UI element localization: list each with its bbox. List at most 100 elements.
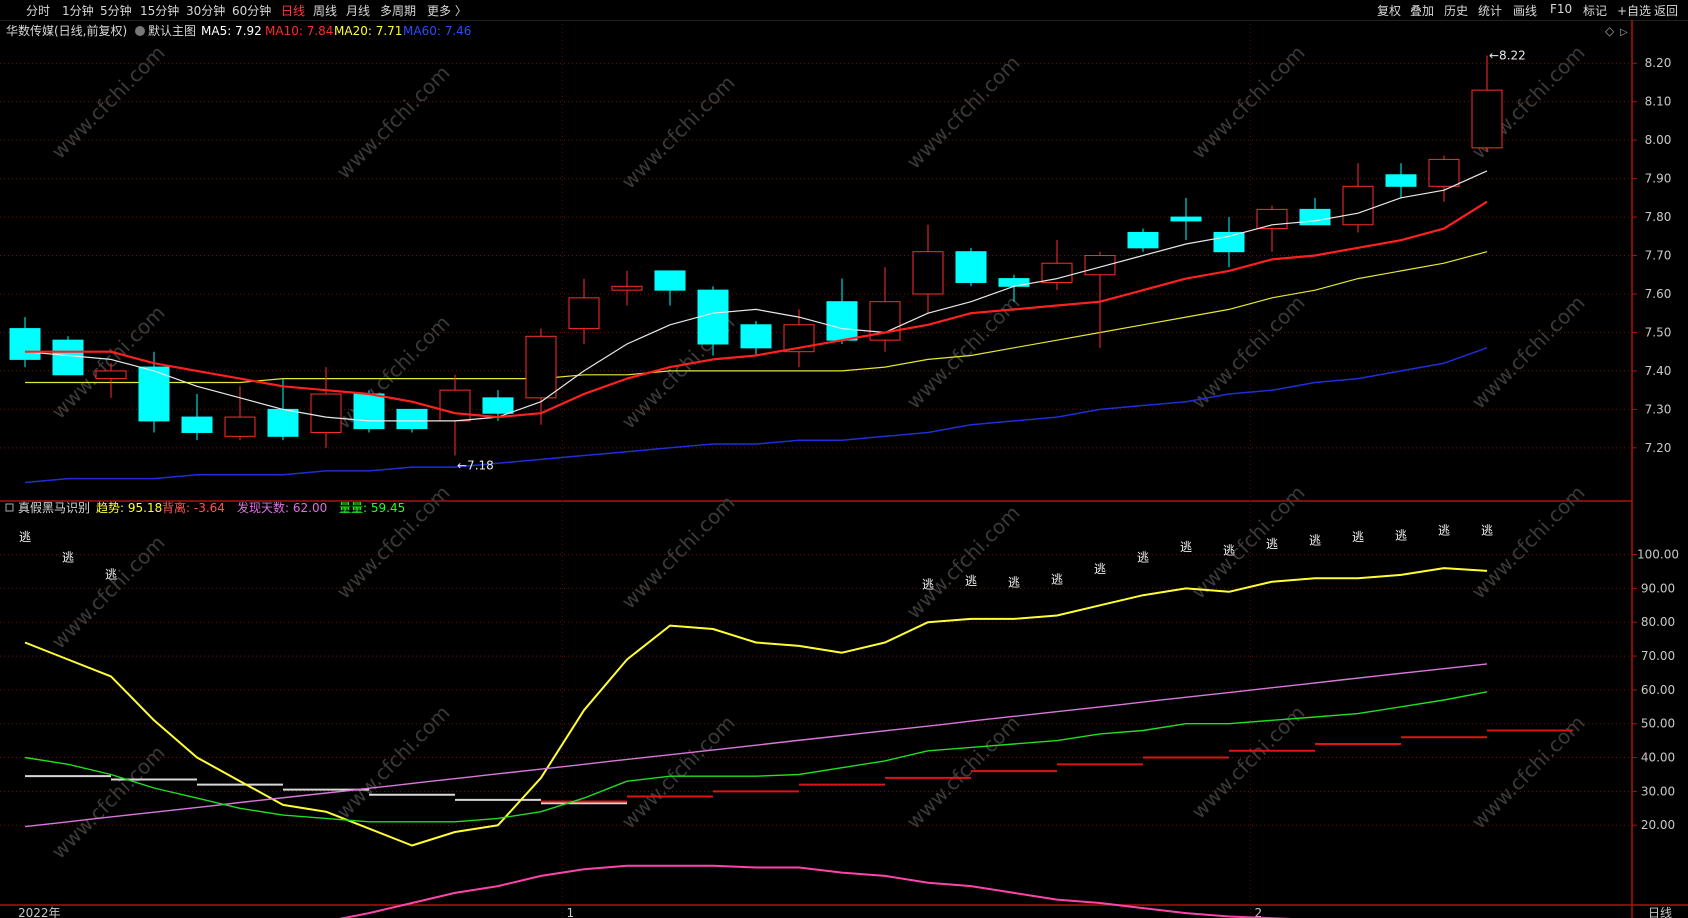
watermark-text-1: www.cfchi.com [332, 61, 455, 184]
candle-body-5 [224, 416, 256, 437]
escape-marker-8: 逃 [1137, 550, 1149, 564]
sub-tick-label-8: 100.00 [1637, 548, 1679, 562]
watermark-text-10: www.cfchi.com [1187, 291, 1310, 414]
escape-marker-15: 逃 [1438, 523, 1450, 537]
price-tick-label-3: 7.50 [1645, 325, 1672, 339]
gear-icon [135, 26, 145, 36]
price-annotation-1: ←8.22 [1489, 49, 1526, 63]
kline-chart-canvas: www.cfchi.com www.cfchi.com www.cfchi.com w… [0, 20, 1688, 918]
escape-marker-6: 逃 [1051, 572, 1063, 586]
escape-marker-14: 逃 [1395, 528, 1407, 542]
candle-body-23 [998, 278, 1030, 287]
candle-body-34 [1471, 89, 1503, 149]
watermark-text-14: www.cfchi.com [617, 491, 740, 614]
escape-marker-1: 逃 [62, 550, 74, 564]
escape-marker-5: 逃 [1008, 576, 1020, 590]
candle-body-12 [525, 335, 557, 399]
watermark-text-13: www.cfchi.com [332, 481, 455, 604]
candle-body-11 [482, 397, 514, 414]
indicator-title: 真假黑马识别 [18, 501, 90, 515]
sub-tick-label-2: 40.00 [1641, 751, 1675, 765]
watermark-text-20: www.cfchi.com [617, 711, 740, 834]
watermark-text-18: www.cfchi.com [47, 741, 170, 864]
diamond-icon: ◇ [1605, 24, 1615, 38]
watermark-text-3: www.cfchi.com [902, 51, 1025, 174]
candle-body-15 [654, 270, 686, 291]
watermark-text-23: www.cfchi.com [1467, 711, 1590, 834]
price-annotation-0: ←7.18 [457, 459, 494, 473]
watermark-text-2: www.cfchi.com [617, 71, 740, 194]
time-axis-label-2: 2 [1255, 906, 1263, 918]
sub-tick-label-1: 30.00 [1641, 784, 1675, 798]
price-tick-label-5: 7.70 [1645, 249, 1672, 263]
sub-tick-label-5: 70.00 [1641, 649, 1675, 663]
candle-body-0 [9, 328, 41, 360]
candle-body-24 [1041, 262, 1073, 283]
ma-legend-1: MA10: 7.84 [265, 24, 333, 38]
escape-marker-9: 逃 [1180, 540, 1192, 554]
main-chart-title: 华数传媒(日线,前复权) [6, 23, 127, 38]
price-tick-label-0: 7.20 [1645, 441, 1672, 455]
sub-tick-label-4: 60.00 [1641, 683, 1675, 697]
indicator-value-2: 发现天数: 62.00 [237, 500, 327, 515]
price-tick-label-10: 8.20 [1645, 56, 1672, 70]
ma-legend-2: MA20: 7.71 [334, 24, 402, 38]
time-axis-label-1: 1 [567, 906, 575, 918]
watermark-text-17: www.cfchi.com [1467, 481, 1590, 604]
ma-line-ma5 [24, 170, 1488, 422]
time-axis-label-0: 2022年 [18, 906, 61, 918]
ma-line-ma60 [24, 347, 1488, 484]
escape-marker-16: 逃 [1481, 523, 1493, 537]
escape-marker-10: 逃 [1223, 544, 1235, 558]
watermark-text-11: www.cfchi.com [1467, 291, 1590, 414]
candle-body-10 [439, 389, 471, 422]
trend-line [24, 567, 1488, 847]
price-tick-label-8: 8.00 [1645, 133, 1672, 147]
sub-tick-label-3: 50.00 [1641, 717, 1675, 731]
indicator-value-3: 量量: 59.45 [339, 501, 405, 515]
indicator-value-1: 背离: -3.64 [162, 500, 225, 515]
candle-body-14 [611, 285, 643, 291]
escape-marker-2: 逃 [105, 567, 117, 581]
candle-body-30 [1299, 208, 1331, 226]
escape-marker-12: 逃 [1309, 533, 1321, 547]
ma-legend-3: MA60: 7.46 [403, 24, 471, 38]
price-tick-label-6: 7.80 [1645, 210, 1672, 224]
candle-body-26 [1127, 231, 1159, 249]
candle-body-8 [353, 393, 385, 430]
watermark-text-12: www.cfchi.com [47, 531, 170, 654]
price-tick-label-7: 7.90 [1645, 172, 1672, 186]
watermark-text-19: www.cfchi.com [332, 701, 455, 824]
main-theme-label: 默认主图 [148, 23, 196, 38]
escape-marker-4: 逃 [965, 574, 977, 588]
escape-marker-0: 逃 [19, 530, 31, 544]
candle-body-9 [396, 408, 428, 430]
candle-body-7 [310, 393, 342, 433]
price-tick-label-2: 7.40 [1645, 364, 1672, 378]
chevron-right-icon: ▷ [1620, 27, 1628, 38]
candle-body-31 [1342, 185, 1374, 226]
sub-tick-label-6: 80.00 [1641, 615, 1675, 629]
escape-marker-11: 逃 [1266, 537, 1278, 551]
escape-marker-13: 逃 [1352, 530, 1364, 544]
watermark-text-9: www.cfchi.com [902, 291, 1025, 414]
sub-tick-label-7: 90.00 [1641, 581, 1675, 595]
candle-body-27 [1170, 216, 1202, 222]
candle-body-4 [181, 416, 213, 433]
indicator-value-0: 趋势: 95.18 [96, 501, 162, 515]
indicator-toggle-icon[interactable] [5, 503, 14, 512]
candle-body-29 [1256, 208, 1288, 230]
period-label: 日线 [1648, 906, 1672, 918]
candle-body-33 [1428, 158, 1460, 187]
price-tick-label-9: 8.10 [1645, 95, 1672, 109]
candle-body-21 [912, 251, 944, 295]
candle-body-25 [1084, 255, 1116, 276]
candle-body-16 [697, 289, 729, 345]
watermark-text-15: www.cfchi.com [902, 501, 1025, 624]
watermark-text-16: www.cfchi.com [1187, 481, 1310, 604]
ma-legend-0: MA5: 7.92 [201, 24, 262, 38]
sub-tick-label-0: 20.00 [1641, 818, 1675, 832]
candle-body-1 [52, 339, 84, 376]
candle-body-6 [267, 408, 299, 437]
candle-body-28 [1213, 231, 1245, 253]
